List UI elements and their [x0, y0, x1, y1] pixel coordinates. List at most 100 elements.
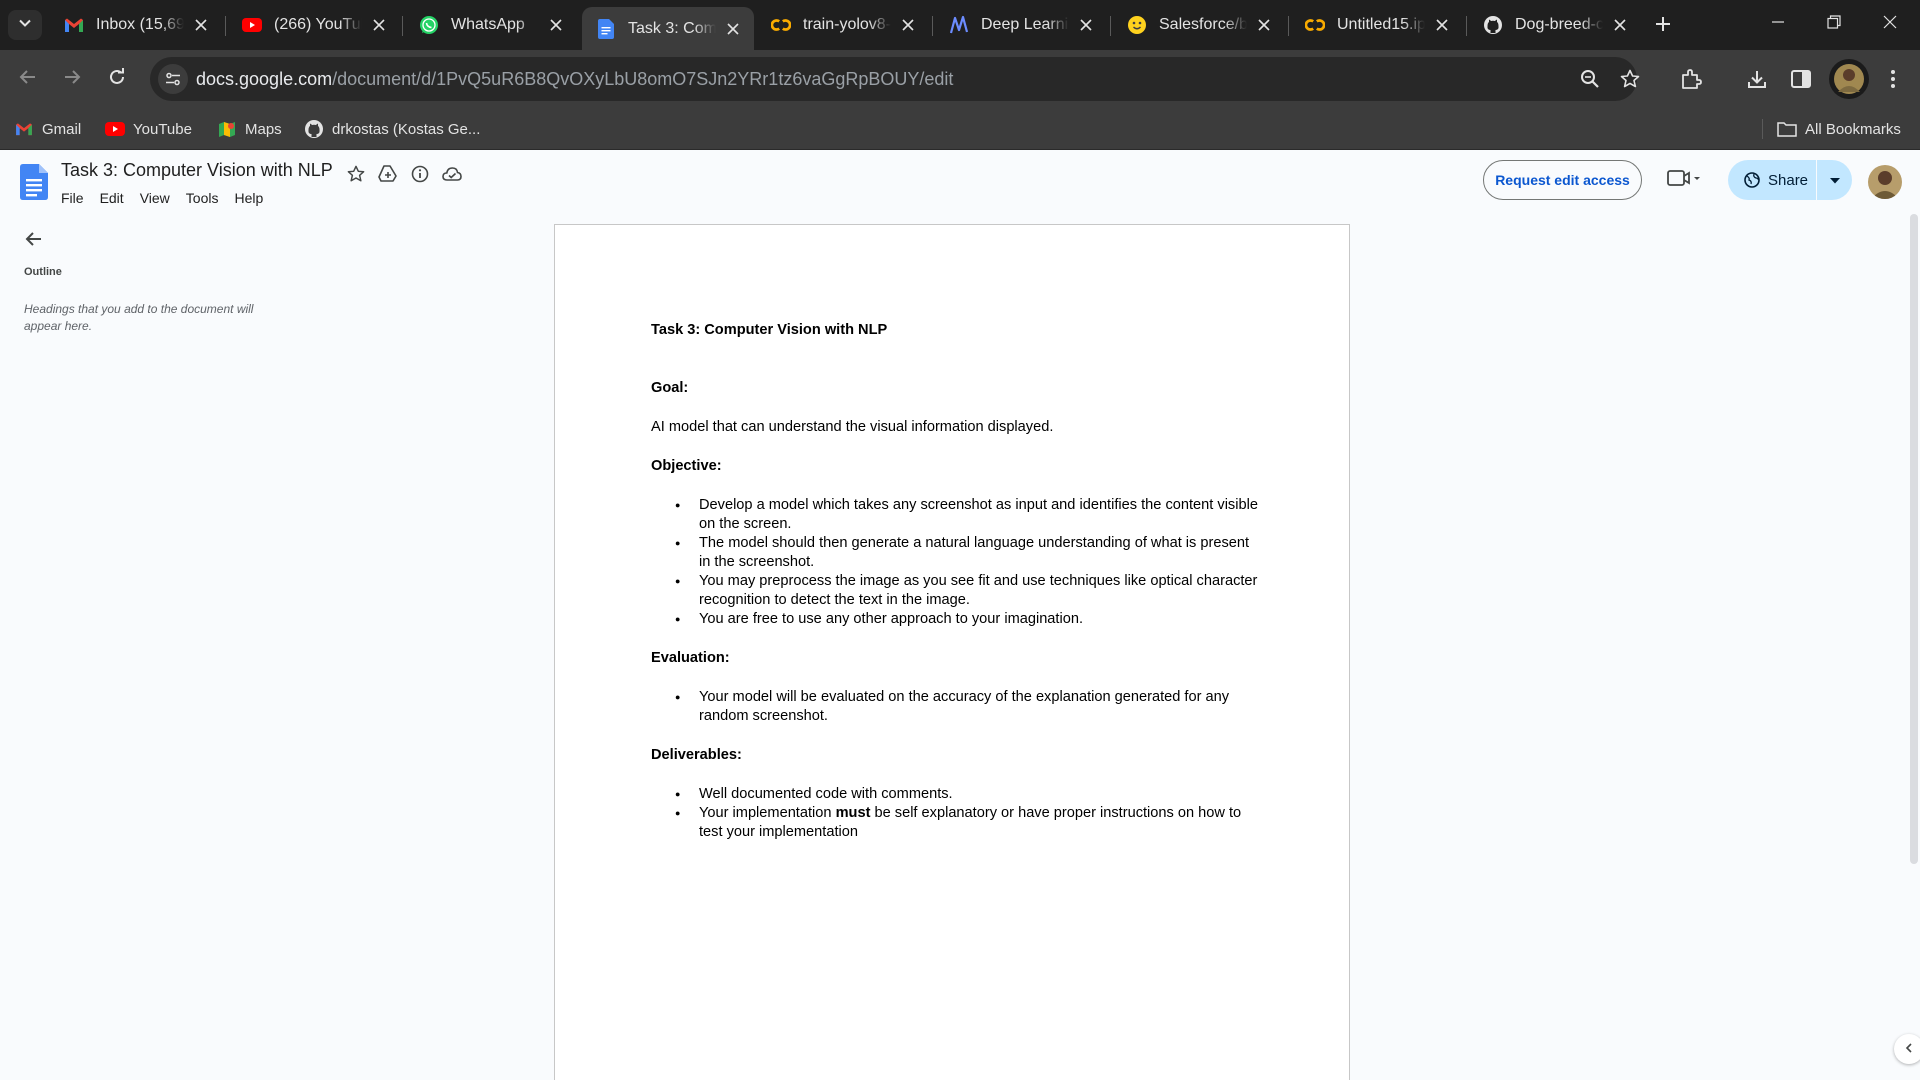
bookmark-label: Maps	[245, 120, 282, 138]
tab-deep-learning[interactable]: Deep Learning	[935, 7, 1107, 43]
reload-button[interactable]	[101, 63, 133, 95]
scroll-thumb[interactable]	[1910, 214, 1918, 864]
meet-button[interactable]	[1660, 164, 1708, 196]
close-icon[interactable]	[897, 14, 919, 36]
add-shortcut-drive-icon[interactable]	[377, 163, 399, 185]
tab-gmail[interactable]: Inbox (15,697	[50, 7, 222, 43]
tab-colab-untitled[interactable]: Untitled15.ipy	[1291, 7, 1463, 43]
address-bar[interactable]: docs.google.com/document/d/1PvQ5uR6B8QvO…	[150, 57, 1640, 101]
close-icon[interactable]	[1075, 14, 1097, 36]
globe-icon	[1744, 172, 1760, 188]
close-icon[interactable]	[545, 14, 567, 36]
goal-text: AI model that can understand the visual …	[651, 419, 1054, 435]
minimize-button[interactable]	[1750, 0, 1806, 48]
huggingface-icon	[1127, 15, 1147, 35]
share-dropdown-button[interactable]	[1817, 160, 1852, 200]
menu-edit[interactable]: Edit	[92, 188, 132, 208]
list-item: Develop a model which takes any screensh…	[651, 496, 1261, 534]
bookmark-label: YouTube	[133, 120, 192, 138]
document-canvas: Task 3: Computer Vision with NLP Goal: A…	[0, 214, 1920, 1080]
tab-colab-yolov8[interactable]: train-yolov8-	[757, 7, 929, 43]
zoom-icon[interactable]	[1578, 67, 1602, 91]
forward-button[interactable]	[56, 63, 88, 95]
document-scrollbar[interactable]	[1908, 214, 1920, 1080]
cloud-status-icon[interactable]	[441, 163, 463, 185]
document-page[interactable]: Task 3: Computer Vision with NLP Goal: A…	[554, 224, 1350, 1080]
tab-github-dog-breed[interactable]: Dog-breed-cl	[1469, 7, 1641, 43]
bookmark-label: Gmail	[42, 120, 82, 138]
chrome-menu-icon[interactable]	[1879, 65, 1907, 93]
close-icon[interactable]	[1609, 14, 1631, 36]
close-icon[interactable]	[190, 14, 212, 36]
tab-title: Untitled15.ipy	[1337, 16, 1425, 33]
list-item: Well documented code with comments.	[651, 785, 1261, 804]
star-icon[interactable]	[345, 163, 367, 185]
chevron-left-icon	[1904, 1040, 1914, 1058]
deliverable-emphasis: must	[835, 805, 871, 821]
tab-title: Task 3: Computer	[628, 19, 716, 37]
close-icon[interactable]	[722, 18, 744, 40]
docs-icon	[596, 18, 616, 39]
tab-divider	[225, 16, 226, 36]
gmail-icon	[14, 119, 34, 139]
tab-huggingface[interactable]: Salesforce/bli	[1113, 7, 1285, 43]
bookmark-label: drkostas (Kostas Ge...	[332, 120, 481, 138]
plus-icon	[1655, 16, 1671, 37]
menu-help[interactable]: Help	[226, 188, 271, 208]
colab-icon	[1305, 15, 1325, 35]
close-icon[interactable]	[368, 14, 390, 36]
arrow-right-icon	[63, 68, 81, 91]
deliverable-text-start: Your implementation	[699, 805, 836, 821]
request-edit-access-button[interactable]: Request edit access	[1483, 160, 1642, 200]
tab-search-button[interactable]	[8, 10, 42, 40]
chevron-down-icon	[18, 16, 32, 35]
docs-menubar: File Edit View Tools Help	[53, 188, 271, 208]
site-info-icon[interactable]	[158, 64, 188, 94]
side-panel-icon[interactable]	[1787, 65, 1815, 93]
close-icon[interactable]	[1431, 14, 1453, 36]
bookmark-maps[interactable]: Maps	[217, 117, 282, 141]
whatsapp-icon	[419, 15, 439, 35]
tab-whatsapp[interactable]: WhatsApp	[405, 7, 577, 43]
chrome-profile-avatar[interactable]	[1829, 59, 1869, 99]
close-icon[interactable]	[1253, 14, 1275, 36]
colab-icon	[771, 15, 791, 35]
download-icon[interactable]	[1743, 65, 1771, 93]
minimize-icon	[1771, 15, 1785, 34]
tab-divider	[1110, 16, 1111, 36]
all-bookmarks-button[interactable]: All Bookmarks	[1777, 117, 1901, 141]
info-icon[interactable]	[409, 163, 431, 185]
url-path: /document/d/1PvQ5uR6B8QvOXyLbU8omO7SJn2Y…	[332, 69, 954, 89]
new-tab-button[interactable]	[1649, 12, 1677, 40]
side-panel-toggle-button[interactable]	[1894, 1034, 1920, 1064]
back-button[interactable]	[12, 63, 44, 95]
video-camera-icon	[1667, 169, 1701, 192]
bookmark-star-icon[interactable]	[1618, 67, 1642, 91]
tab-youtube[interactable]: (266) YouTube	[228, 7, 400, 43]
folder-icon	[1777, 119, 1797, 139]
deliverables-list: Well documented code with comments. Your…	[651, 785, 1261, 842]
deliverables-heading: Deliverables:	[651, 747, 742, 763]
share-button[interactable]: Share	[1728, 160, 1816, 200]
close-window-button[interactable]	[1862, 0, 1918, 48]
youtube-icon	[242, 15, 262, 35]
bookmark-gmail[interactable]: Gmail	[14, 117, 81, 141]
restore-button[interactable]	[1806, 0, 1862, 48]
bookmark-youtube[interactable]: YouTube	[105, 117, 192, 141]
objective-heading: Objective:	[651, 458, 722, 474]
objective-list: Develop a model which takes any screensh…	[651, 496, 1261, 629]
docs-logo-icon[interactable]	[20, 164, 48, 200]
extensions-icon[interactable]	[1677, 65, 1705, 93]
tab-docs-active[interactable]: Task 3: Computer	[582, 7, 754, 50]
bookmark-github[interactable]: drkostas (Kostas Ge...	[304, 117, 480, 141]
menu-tools[interactable]: Tools	[178, 188, 227, 208]
list-item: Your implementation must be self explana…	[651, 804, 1261, 842]
account-avatar[interactable]	[1868, 165, 1902, 199]
tab-title: Salesforce/bli	[1159, 16, 1247, 33]
menu-file[interactable]: File	[53, 188, 92, 208]
browser-toolbar: docs.google.com/document/d/1PvQ5uR6B8QvO…	[0, 50, 1920, 108]
menu-view[interactable]: View	[132, 188, 178, 208]
document-heading: Task 3: Computer Vision with NLP	[651, 322, 888, 338]
document-title[interactable]: Task 3: Computer Vision with NLP	[61, 160, 333, 181]
bookmarks-bar: Gmail YouTube Maps drkostas (Kostas Ge..…	[0, 108, 1920, 150]
